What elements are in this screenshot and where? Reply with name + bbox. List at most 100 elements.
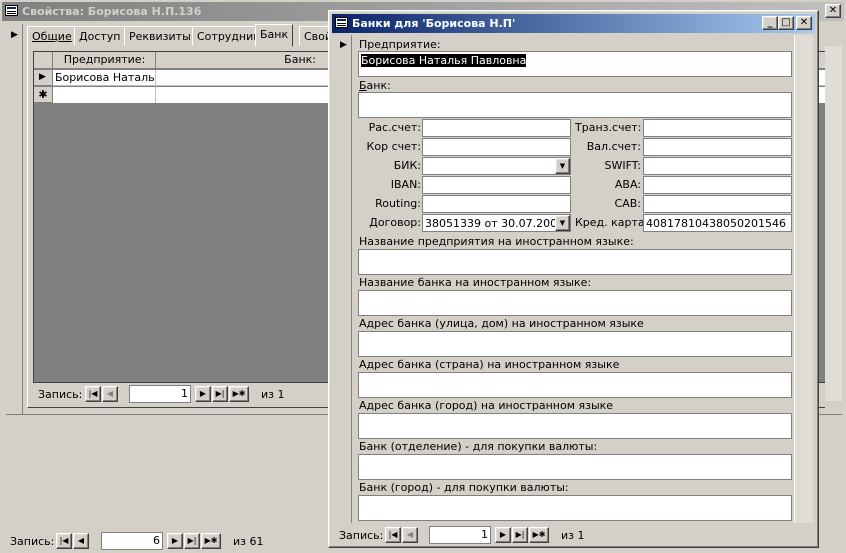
bank-address-country-label: Адрес банка (страна) на иностранном язык… bbox=[359, 358, 620, 371]
main-record-nav: Запись: |◀ ◀ 6 ▶ ▶| ▶✱ из 61 bbox=[6, 532, 326, 550]
tab-bank[interactable]: Банк bbox=[255, 24, 294, 47]
iban-label: IBAN: bbox=[390, 178, 421, 191]
subform-current-record-input[interactable]: 1 bbox=[129, 385, 191, 403]
cab-label: CAB: bbox=[614, 197, 641, 210]
main-prev-record-button[interactable]: ◀ bbox=[73, 533, 89, 549]
subform-record-nav: Запись: |◀ ◀ 1 ▶ ▶| ▶✱ из 1 bbox=[33, 385, 333, 403]
contract-combo[interactable]: 38051339 от 30.07.2007 М ▼ bbox=[422, 214, 571, 232]
bank-form-body: Предприятие: Борисова Наталья Павловна Б… bbox=[353, 35, 793, 523]
current-row-icon: ▶ bbox=[39, 72, 46, 82]
record-pointer-icon: ▶ bbox=[11, 30, 18, 40]
grid-new-row-cell-enterprise[interactable] bbox=[54, 87, 156, 103]
bank-address-street-label: Адрес банка (улица, дом) на иностранном … bbox=[359, 317, 644, 330]
main-current-record-input[interactable]: 6 bbox=[101, 532, 163, 550]
transit-label: Транз.счет: bbox=[575, 121, 642, 134]
back-scrollbar[interactable] bbox=[825, 46, 842, 401]
form-record-selector[interactable]: ▶ bbox=[335, 35, 352, 523]
contract-label: Договор: bbox=[369, 216, 421, 229]
bank-field[interactable] bbox=[358, 92, 792, 118]
card-label: Кред. карта: bbox=[575, 216, 649, 229]
enterprise-value: Борисова Наталья Павловна bbox=[361, 54, 527, 67]
grid-header-enterprise[interactable]: Предприятие: bbox=[54, 52, 156, 69]
subform-nav-label: Запись: bbox=[38, 388, 83, 401]
last-record-button[interactable]: ▶| bbox=[212, 386, 228, 402]
bik-label: БИК: bbox=[393, 159, 421, 172]
close-button[interactable]: ✕ bbox=[796, 16, 812, 30]
transit-field[interactable] bbox=[643, 119, 792, 137]
aba-field[interactable] bbox=[643, 176, 792, 194]
bank-address-country-field[interactable] bbox=[358, 372, 792, 398]
row-selector[interactable]: ▶ bbox=[34, 70, 53, 86]
main-first-record-button[interactable]: |◀ bbox=[56, 533, 72, 549]
dialog-scrollbar[interactable] bbox=[794, 35, 813, 523]
dialog-nav-of: из 1 bbox=[561, 529, 585, 542]
dialog-current-record-input[interactable]: 1 bbox=[429, 526, 491, 544]
settlement-field[interactable] bbox=[422, 119, 571, 137]
tab-access[interactable]: Доступ bbox=[74, 26, 126, 46]
aba-label: ABA: bbox=[614, 178, 641, 191]
iban-field[interactable] bbox=[422, 176, 571, 194]
contract-value: 38051339 от 30.07.2007 М bbox=[425, 217, 571, 230]
form-icon bbox=[335, 17, 348, 28]
back-window-title: Свойства: Борисова Н.П.136 bbox=[22, 5, 202, 18]
dialog-nav-label: Запись: bbox=[339, 529, 384, 542]
dialog-next-record-button[interactable]: ▶ bbox=[495, 527, 511, 543]
cab-field[interactable] bbox=[643, 195, 792, 213]
main-next-record-button[interactable]: ▶ bbox=[167, 533, 183, 549]
grid-header-bank[interactable]: Банк: bbox=[157, 52, 326, 69]
prev-record-button[interactable]: ◀ bbox=[102, 386, 118, 402]
bank-city-label: Банк (город) - для покупки валюты: bbox=[359, 481, 569, 494]
bank-address-city-label: Адрес банка (город) на иностранном языке bbox=[359, 399, 614, 412]
bank-branch-field[interactable] bbox=[358, 454, 792, 480]
tab-employee[interactable]: Сотрудник bbox=[192, 26, 265, 46]
dialog-new-record-button[interactable]: ▶✱ bbox=[529, 527, 549, 543]
foreign-bank-field[interactable] bbox=[358, 290, 792, 316]
grid-corner[interactable] bbox=[34, 52, 53, 69]
app-icon bbox=[5, 5, 18, 16]
enterprise-field[interactable]: Борисова Наталья Павловна bbox=[358, 51, 792, 77]
card-field[interactable]: 40817810438050201546 bbox=[643, 214, 792, 232]
swift-field[interactable] bbox=[643, 157, 792, 175]
routing-field[interactable] bbox=[422, 195, 571, 213]
bik-dropdown-button[interactable]: ▼ bbox=[555, 158, 570, 174]
bank-address-city-field[interactable] bbox=[358, 413, 792, 439]
new-row-selector[interactable]: ✱ bbox=[34, 87, 53, 103]
routing-label: Routing: bbox=[375, 197, 421, 210]
bik-combo[interactable]: ▼ bbox=[422, 157, 571, 175]
enterprise-label: Предприятие: bbox=[359, 38, 441, 51]
next-record-button[interactable]: ▶ bbox=[195, 386, 211, 402]
settlement-label: Рас.счет: bbox=[368, 121, 421, 134]
record-pointer-icon: ▶ bbox=[340, 40, 347, 50]
foreign-enterprise-field[interactable] bbox=[358, 249, 792, 275]
main-last-record-button[interactable]: ▶| bbox=[184, 533, 200, 549]
main-nav-of: из 61 bbox=[233, 535, 264, 548]
contract-dropdown-button[interactable]: ▼ bbox=[555, 215, 570, 231]
corr-field[interactable] bbox=[422, 138, 571, 156]
grid-cell-enterprise[interactable]: Борисова Наталья bbox=[54, 70, 156, 86]
bank-dialog-title: Банки для 'Борисова Н.П' bbox=[352, 17, 516, 30]
foreign-enterprise-label: Название предприятия на иностранном язык… bbox=[359, 235, 634, 248]
tab-requisites[interactable]: Реквизиты bbox=[124, 26, 196, 46]
first-record-button[interactable]: |◀ bbox=[85, 386, 101, 402]
currency-field[interactable] bbox=[643, 138, 792, 156]
corr-label: Кор счет: bbox=[366, 140, 421, 153]
dialog-prev-record-button[interactable]: ◀ bbox=[402, 527, 418, 543]
dialog-first-record-button[interactable]: |◀ bbox=[385, 527, 401, 543]
subform-nav-of: из 1 bbox=[261, 388, 285, 401]
new-record-button[interactable]: ▶✱ bbox=[229, 386, 249, 402]
bank-city-field[interactable] bbox=[358, 495, 792, 521]
dialog-last-record-button[interactable]: ▶| bbox=[512, 527, 528, 543]
back-window-close-button[interactable]: ✕ bbox=[825, 4, 841, 18]
bank-address-street-field[interactable] bbox=[358, 331, 792, 357]
bank-branch-label: Банк (отделение) - для покупки валюты: bbox=[359, 440, 598, 453]
maximize-button[interactable]: □ bbox=[778, 16, 794, 30]
foreign-bank-label: Название банка на иностранном языке: bbox=[359, 276, 592, 289]
currency-label: Вал.счет: bbox=[586, 140, 641, 153]
bank-dialog-window: Банки для 'Борисова Н.П' _ □ ✕ ▶ Предпри… bbox=[328, 10, 819, 548]
bank-dialog-titlebar[interactable]: Банки для 'Борисова Н.П' bbox=[332, 14, 815, 33]
main-nav-label: Запись: bbox=[10, 535, 55, 548]
main-new-record-button[interactable]: ▶✱ bbox=[201, 533, 221, 549]
minimize-button[interactable]: _ bbox=[762, 16, 778, 30]
tab-general[interactable]: Общие bbox=[27, 26, 77, 46]
outer-record-selector[interactable]: ▶ bbox=[6, 24, 23, 414]
